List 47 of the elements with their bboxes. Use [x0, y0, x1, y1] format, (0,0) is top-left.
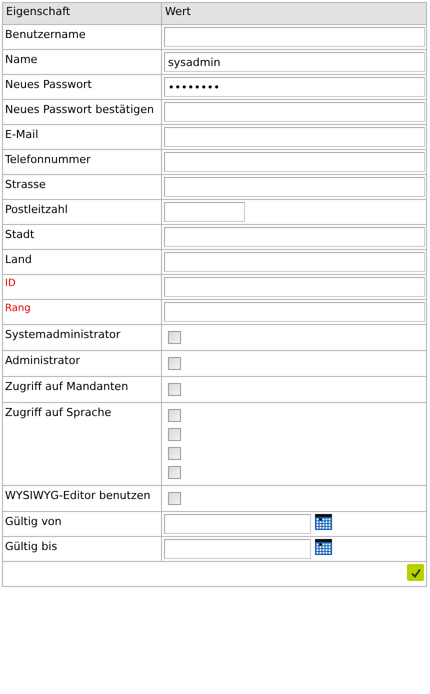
input-field[interactable] [164, 227, 425, 247]
field-label: Stadt [4, 227, 36, 241]
input-field[interactable] [164, 27, 425, 47]
column-header: Wert [165, 5, 191, 18]
field-label: ID [4, 277, 17, 289]
input-field[interactable] [164, 277, 425, 297]
field-label: Administrator [4, 353, 81, 367]
calendar-icon[interactable] [315, 514, 332, 530]
checkbox[interactable] [168, 466, 181, 479]
field-label: Strasse [4, 177, 47, 191]
date-field[interactable] [164, 514, 311, 534]
field-label: Benutzername [4, 27, 87, 41]
field-label: Systemadministrator [4, 327, 122, 341]
input-field[interactable] [164, 127, 425, 147]
input-field[interactable]: •••••••• [164, 77, 425, 97]
checkbox[interactable] [168, 409, 181, 422]
input-field[interactable]: sysadmin [164, 52, 425, 72]
field-label: Postleitzahl [4, 202, 69, 216]
field-label: Neues Passwort bestätigen [4, 102, 155, 116]
field-label: Neues Passwort [4, 77, 93, 91]
field-label: Gültig von [4, 514, 63, 528]
field-label: Gültig bis [4, 539, 58, 553]
input-field[interactable] [164, 152, 425, 172]
date-field[interactable] [164, 539, 311, 559]
input-field[interactable] [164, 202, 245, 222]
field-label: Name [4, 52, 38, 66]
field-label: WYSIWYG-Editor benutzen [4, 488, 152, 502]
field-label: Zugriff auf Sprache [4, 405, 112, 419]
checkbox[interactable] [168, 447, 181, 460]
checkbox[interactable] [168, 428, 181, 441]
input-field[interactable] [164, 177, 425, 197]
checkbox[interactable] [168, 383, 181, 396]
field-label: E-Mail [4, 127, 40, 141]
calendar-icon[interactable] [315, 539, 332, 555]
column-header: Eigenschaft [6, 5, 70, 18]
confirm-button[interactable] [407, 564, 424, 581]
checkbox[interactable] [168, 331, 181, 344]
field-label: Land [4, 252, 33, 266]
field-label: Zugriff auf Mandanten [4, 379, 130, 393]
field-label: Rang [4, 302, 32, 314]
check-icon [410, 566, 422, 578]
checkbox[interactable] [168, 492, 181, 505]
checkbox[interactable] [168, 357, 181, 370]
field-label: Telefonnummer [4, 152, 92, 166]
input-field[interactable] [164, 102, 425, 122]
input-field[interactable] [164, 302, 425, 322]
input-field[interactable] [164, 252, 425, 272]
